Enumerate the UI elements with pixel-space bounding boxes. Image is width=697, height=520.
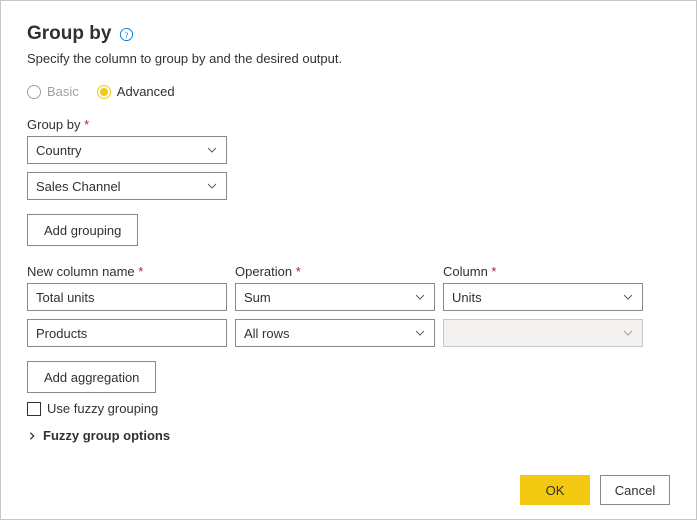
dropdown-value: Sales Channel (36, 179, 121, 194)
chevron-down-icon (622, 291, 634, 303)
add-grouping-button[interactable]: Add grouping (27, 214, 138, 246)
radio-advanced[interactable]: Advanced (97, 84, 175, 99)
aggregation-row-0: Total units Sum Units (27, 283, 670, 311)
dialog-title: Group by (27, 23, 111, 45)
dialog-header: Group by ? (27, 23, 670, 45)
chevron-down-icon (622, 327, 634, 339)
new-column-name-input-0[interactable]: Total units (27, 283, 227, 311)
header-new-column-name: New column name * (27, 264, 227, 279)
mode-radio-group: Basic Advanced (27, 84, 670, 99)
dropdown-value: Country (36, 143, 82, 158)
dialog-subtitle: Specify the column to group by and the d… (27, 51, 670, 66)
required-asterisk: * (84, 117, 89, 132)
checkbox-icon (27, 402, 41, 416)
operation-select-0[interactable]: Sum (235, 283, 435, 311)
add-aggregation-button[interactable]: Add aggregation (27, 361, 156, 393)
fuzzy-group-options-expander[interactable]: Fuzzy group options (27, 428, 670, 443)
chevron-right-icon (27, 431, 37, 441)
svg-text:?: ? (125, 29, 129, 39)
groupby-field-1[interactable]: Sales Channel (27, 172, 227, 200)
new-column-name-input-1[interactable]: Products (27, 319, 227, 347)
chevron-down-icon (206, 180, 218, 192)
column-select-1-disabled (443, 319, 643, 347)
chevron-down-icon (414, 327, 426, 339)
groupby-label: Group by * (27, 117, 670, 132)
radio-basic[interactable]: Basic (27, 84, 79, 99)
column-select-0[interactable]: Units (443, 283, 643, 311)
dialog-footer: OK Cancel (520, 475, 670, 505)
header-operation: Operation * (235, 264, 435, 279)
aggregation-headers: New column name * Operation * Column * (27, 264, 670, 279)
radio-basic-label: Basic (47, 84, 79, 99)
use-fuzzy-grouping-checkbox[interactable]: Use fuzzy grouping (27, 401, 670, 416)
help-icon[interactable]: ? (119, 27, 134, 42)
dropdown-value: All rows (244, 326, 290, 341)
cancel-button[interactable]: Cancel (600, 475, 670, 505)
header-column: Column * (443, 264, 643, 279)
chevron-down-icon (414, 291, 426, 303)
groupby-field-0[interactable]: Country (27, 136, 227, 164)
aggregation-row-1: Products All rows (27, 319, 670, 347)
checkbox-label: Use fuzzy grouping (47, 401, 158, 416)
chevron-down-icon (206, 144, 218, 156)
operation-select-1[interactable]: All rows (235, 319, 435, 347)
dropdown-value: Units (452, 290, 482, 305)
group-by-dialog: Group by ? Specify the column to group b… (0, 0, 697, 520)
radio-circle-icon (97, 85, 111, 99)
radio-advanced-label: Advanced (117, 84, 175, 99)
expander-label: Fuzzy group options (43, 428, 170, 443)
dropdown-value: Sum (244, 290, 271, 305)
radio-circle-icon (27, 85, 41, 99)
ok-button[interactable]: OK (520, 475, 590, 505)
